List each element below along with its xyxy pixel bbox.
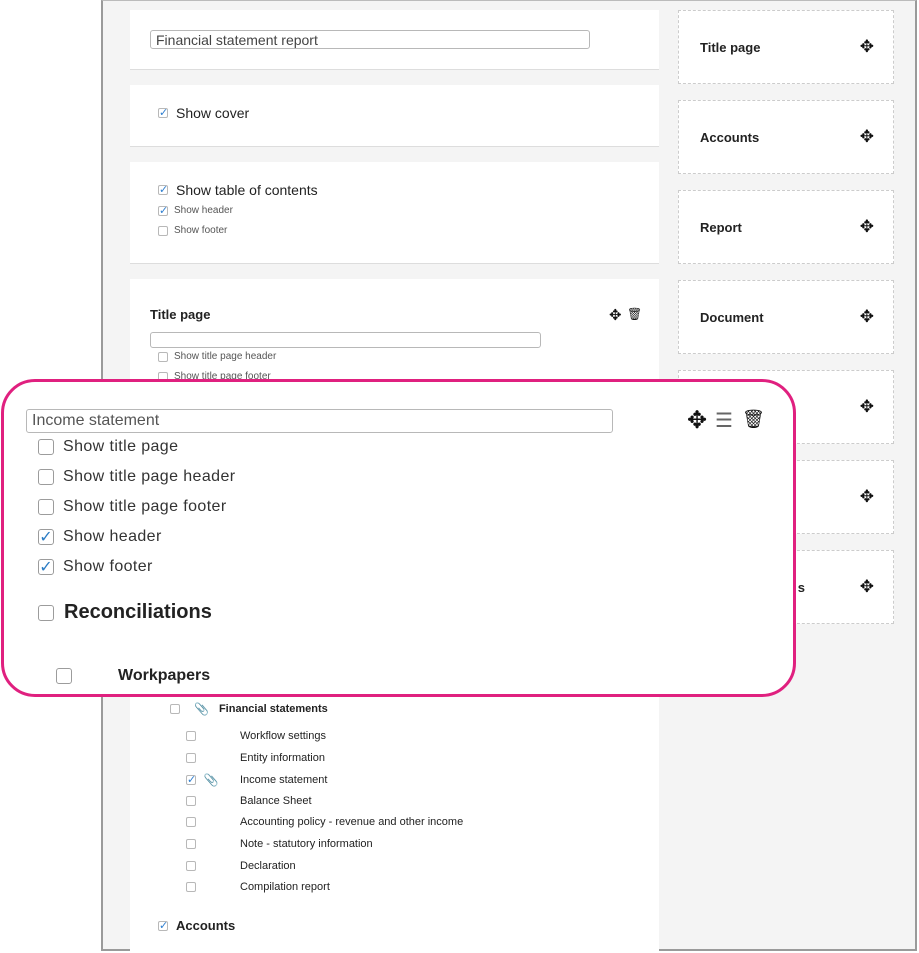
workpaper-label: Income statement bbox=[240, 774, 328, 787]
accounts-label: Accounts bbox=[176, 918, 236, 933]
workpaper-label: Declaration bbox=[240, 859, 296, 872]
workpapers-checkbox[interactable] bbox=[56, 668, 72, 684]
callout-option-checkbox[interactable] bbox=[38, 527, 54, 547]
callout-option-label: Show header bbox=[63, 528, 162, 545]
move-arrows-icon[interactable]: ✥ bbox=[860, 11, 874, 83]
callout-option-label: Show footer bbox=[63, 558, 153, 575]
financial-statements-label: Financial statements bbox=[218, 703, 328, 715]
sidebar-section-label: Title page bbox=[700, 39, 761, 55]
toc-show-footer-label: Show footer bbox=[174, 225, 228, 236]
move-arrows-icon[interactable]: ✥ bbox=[860, 101, 874, 173]
list-icon[interactable]: ☰ bbox=[715, 408, 733, 433]
workpaper-checkbox[interactable] bbox=[186, 839, 196, 849]
callout-option-label: Show title page header bbox=[63, 468, 236, 485]
sidebar-section-label: Report bbox=[700, 219, 742, 235]
callout-option-row: Show title page bbox=[38, 438, 178, 456]
title-page-header-checkbox[interactable] bbox=[158, 351, 168, 362]
callout-option-checkbox[interactable] bbox=[38, 557, 54, 577]
sidebar-section-2[interactable]: Report ✥ bbox=[678, 190, 894, 264]
toc-show-footer-checkbox[interactable] bbox=[158, 225, 168, 236]
sidebar-section-label: s bbox=[797, 579, 805, 595]
callout-option-row: Show footer bbox=[38, 557, 153, 577]
workpaper-item: Declaration bbox=[186, 860, 296, 872]
show-toc-label: Show table of contents bbox=[176, 182, 318, 198]
financial-statements-checkbox[interactable] bbox=[170, 704, 180, 714]
trash-icon[interactable]: 🗑 bbox=[742, 409, 765, 430]
callout-option-checkbox[interactable] bbox=[38, 439, 54, 455]
workpaper-label: Workflow settings bbox=[240, 730, 326, 742]
workpaper-label: Balance Sheet bbox=[240, 794, 312, 807]
move-arrows-icon[interactable]: ✥ bbox=[687, 406, 707, 435]
workpaper-item: Accounting policy - revenue and other in… bbox=[186, 816, 463, 828]
paperclip-icon: 📎 bbox=[194, 702, 209, 716]
report-title-card bbox=[130, 10, 659, 70]
report-title-input[interactable] bbox=[150, 30, 590, 49]
title-page-input[interactable] bbox=[150, 332, 541, 348]
reconciliations-checkbox[interactable] bbox=[38, 604, 54, 621]
workpaper-label: Accounting policy - revenue and other in… bbox=[240, 816, 464, 829]
toc-show-header-checkbox[interactable] bbox=[158, 204, 168, 217]
move-arrows-icon[interactable]: ✥ bbox=[609, 306, 622, 324]
callout-option-checkbox[interactable] bbox=[38, 499, 54, 515]
accounts-checkbox[interactable] bbox=[158, 919, 168, 932]
workpaper-checkbox[interactable] bbox=[186, 795, 196, 806]
zoom-callout: ✥ ☰ 🗑 Show title page Show title page hea… bbox=[1, 379, 796, 697]
workpaper-item: Balance Sheet bbox=[186, 795, 312, 807]
move-arrows-icon[interactable]: ✥ bbox=[860, 461, 874, 533]
workpaper-checkbox[interactable] bbox=[186, 860, 196, 871]
workpaper-checkbox[interactable] bbox=[186, 882, 196, 893]
title-page-header-label: Show title page header bbox=[174, 351, 277, 362]
workpapers-label: Workpapers bbox=[118, 667, 211, 684]
workpaper-item: Note - statutory information bbox=[186, 838, 373, 850]
sidebar-section-0[interactable]: Title page ✥ bbox=[678, 10, 894, 84]
workpaper-item: Compilation report bbox=[186, 881, 330, 893]
move-arrows-icon[interactable]: ✥ bbox=[860, 371, 874, 443]
title-page-card-title: Title page bbox=[150, 307, 211, 322]
workpaper-item: Entity information bbox=[186, 752, 325, 764]
toc-card: Show table of contents Show header Show … bbox=[130, 162, 659, 264]
callout-option-row: Show title page header bbox=[38, 468, 235, 486]
trash-icon[interactable]: 🗑 bbox=[627, 307, 642, 321]
workpaper-label: Compilation report bbox=[240, 881, 330, 894]
show-toc-checkbox[interactable] bbox=[158, 183, 168, 196]
callout-option-label: Show title page footer bbox=[63, 498, 227, 515]
workpaper-checkbox[interactable] bbox=[186, 817, 196, 828]
show-cover-label: Show cover bbox=[176, 105, 250, 121]
workpaper-checkbox[interactable] bbox=[186, 752, 196, 763]
title-page-card: Title page ✥ 🗑 Show title page header Sh… bbox=[130, 279, 659, 389]
move-arrows-icon[interactable]: ✥ bbox=[860, 551, 874, 623]
cover-card: Show cover bbox=[130, 85, 659, 147]
workpaper-checkbox[interactable] bbox=[186, 773, 196, 786]
paperclip-icon: 📎 bbox=[203, 773, 219, 788]
toc-show-header-label: Show header bbox=[174, 205, 233, 216]
callout-option-checkbox[interactable] bbox=[38, 469, 54, 485]
section-name-input[interactable] bbox=[26, 409, 613, 433]
workpaper-label: Entity information bbox=[240, 751, 325, 764]
sidebar-section-label: Document bbox=[700, 309, 764, 325]
workpaper-label: Note - statutory information bbox=[240, 838, 373, 850]
callout-option-row: Show title page footer bbox=[38, 498, 227, 516]
move-arrows-icon[interactable]: ✥ bbox=[860, 191, 874, 263]
workpaper-item: 📎 Income statement bbox=[186, 773, 327, 787]
workpaper-item: Workflow settings bbox=[186, 730, 326, 742]
workpaper-checkbox[interactable] bbox=[186, 731, 196, 741]
show-cover-checkbox[interactable] bbox=[158, 106, 168, 119]
move-arrows-icon[interactable]: ✥ bbox=[860, 281, 874, 353]
sidebar-section-1[interactable]: Accounts ✥ bbox=[678, 100, 894, 174]
sidebar-section-3[interactable]: Document ✥ bbox=[678, 280, 894, 354]
callout-option-label: Show title page bbox=[63, 438, 179, 455]
callout-option-row: Show header bbox=[38, 527, 162, 547]
reconciliations-label: Reconciliations bbox=[64, 601, 212, 623]
sidebar-section-label: Accounts bbox=[700, 129, 760, 145]
